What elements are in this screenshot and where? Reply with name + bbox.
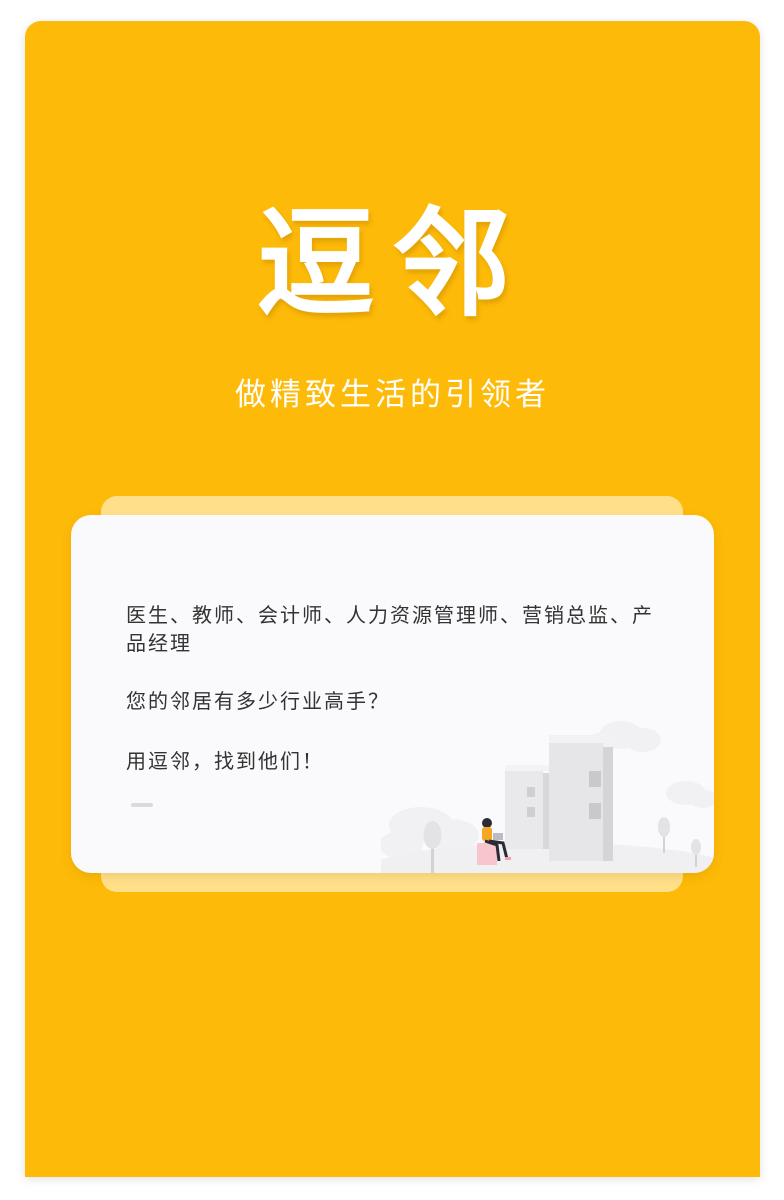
app-title: 逗邻 bbox=[256, 195, 529, 333]
yellow-panel: 逗邻 做精致生活的引领者 医生、教师、会计师、人力资源管理师、营销总监、产品经理… bbox=[25, 21, 760, 1177]
app-slogan: 做精致生活的引领者 bbox=[235, 377, 550, 413]
city-illustration-icon bbox=[381, 721, 714, 873]
divider-dash bbox=[131, 803, 153, 807]
professions-text: 医生、教师、会计师、人力资源管理师、营销总监、产品经理 bbox=[126, 603, 654, 655]
call-to-action-text: 用逗邻，找到他们！ bbox=[126, 749, 324, 773]
question-text: 您的邻居有多少行业高手？ bbox=[126, 689, 390, 713]
splash-page: 逗邻 做精致生活的引领者 医生、教师、会计师、人力资源管理师、营销总监、产品经理… bbox=[0, 0, 784, 1200]
intro-card: 医生、教师、会计师、人力资源管理师、营销总监、产品经理 您的邻居有多少行业高手？… bbox=[71, 515, 714, 873]
